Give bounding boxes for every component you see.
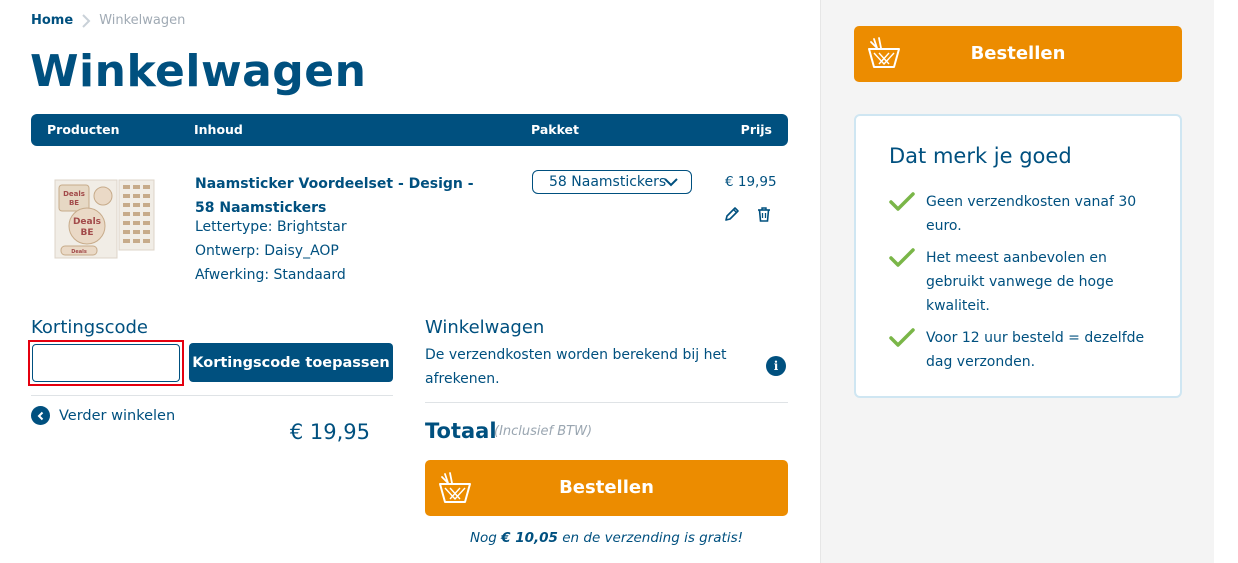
total-amount: € 19,95 [289,420,370,444]
sidebar-order-button-label: Bestellen [970,43,1066,64]
info-icon[interactable]: i [766,356,786,376]
item-price: € 19,95 [725,174,777,190]
usp-title: Dat merk je goed [889,144,1072,168]
package-select[interactable]: 58 Naamstickers [532,170,692,194]
coupon-input[interactable] [32,344,180,382]
product-thumbnail[interactable]: Deals BE Deals BE Deals [53,176,156,260]
package-select-value: 58 Naamstickers [549,174,667,190]
free-shipping-prefix: Nog [469,530,502,546]
usp-text: Het meest aanbevolen en gebruikt vanwege… [926,250,1114,314]
thumb-label-2: BE [69,199,79,207]
usp-item: Geen verzendkosten vanaf 30 euro. [889,190,1146,238]
total-vat-note: (Inclusief BTW) [494,424,593,439]
header-content: Inhoud [194,122,243,137]
usp-text: Geen verzendkosten vanaf 30 euro. [926,194,1137,234]
cart-table-header: Producten Inhoud Pakket Prijs [31,114,788,146]
product-finish: Afwerking: Standaard [195,267,346,283]
breadcrumb: Home Winkelwagen [31,13,185,28]
header-price: Prijs [740,122,772,137]
header-package: Pakket [531,122,580,137]
thumb-label-3: Deals [73,217,101,227]
total-label: Totaal [425,419,497,443]
shipping-info-text: De verzendkosten worden berekend bij het… [425,347,727,387]
free-shipping-suffix: en de verzending is gratis! [557,530,744,546]
divider [425,402,788,403]
check-icon [889,192,915,211]
header-products: Producten [47,122,120,137]
chevron-down-icon [664,178,678,187]
breadcrumb-home-link[interactable]: Home [31,13,73,28]
thumb-label-1: Deals [63,190,85,198]
continue-shopping-label: Verder winkelen [59,407,176,424]
usp-text: Voor 12 uur besteld = dezelfde dag verzo… [926,330,1145,370]
coupon-input-highlight [28,340,184,386]
continue-shopping-link[interactable]: Verder winkelen [31,406,175,425]
cart-main-column: Home Winkelwagen Winkelwagen Producten I… [0,0,820,563]
check-icon [889,248,915,267]
usp-item: Het meest aanbevolen en gebruikt vanwege… [889,246,1146,318]
check-icon [889,328,915,347]
product-design: Ontwerp: Daisy_AOP [195,243,339,259]
chevron-right-icon [82,13,91,28]
apply-coupon-button[interactable]: Kortingscode toepassen [189,343,393,382]
thumb-label-5: Deals [71,249,87,255]
page-title: Winkelwagen [30,46,367,97]
product-image: Deals BE Deals BE Deals [54,179,155,259]
product-font: Lettertype: Brightstar [195,219,347,235]
breadcrumb-current: Winkelwagen [99,13,186,28]
free-shipping-amount: € 10,05 [501,530,558,546]
usp-box: Dat merk je goed Geen verzendkosten vana… [854,114,1182,398]
thumb-label-4: BE [80,228,93,238]
divider [31,395,393,396]
sidebar-order-button[interactable]: Bestellen [854,26,1182,82]
usp-item: Voor 12 uur besteld = dezelfde dag verzo… [889,326,1146,374]
order-button[interactable]: Bestellen [425,460,788,516]
page-edge [1214,0,1238,563]
order-button-label: Bestellen [559,477,654,498]
trash-icon[interactable] [756,206,772,222]
chevron-left-icon [31,406,50,425]
free-shipping-note: Nog € 10,05 en de verzending is gratis! [425,530,788,546]
product-name-link[interactable]: Naamsticker Voordeelset - Design - 58 Na… [195,172,495,220]
pencil-icon[interactable] [724,206,740,222]
coupon-title: Kortingscode [31,317,148,338]
summary-title: Winkelwagen [425,317,545,338]
